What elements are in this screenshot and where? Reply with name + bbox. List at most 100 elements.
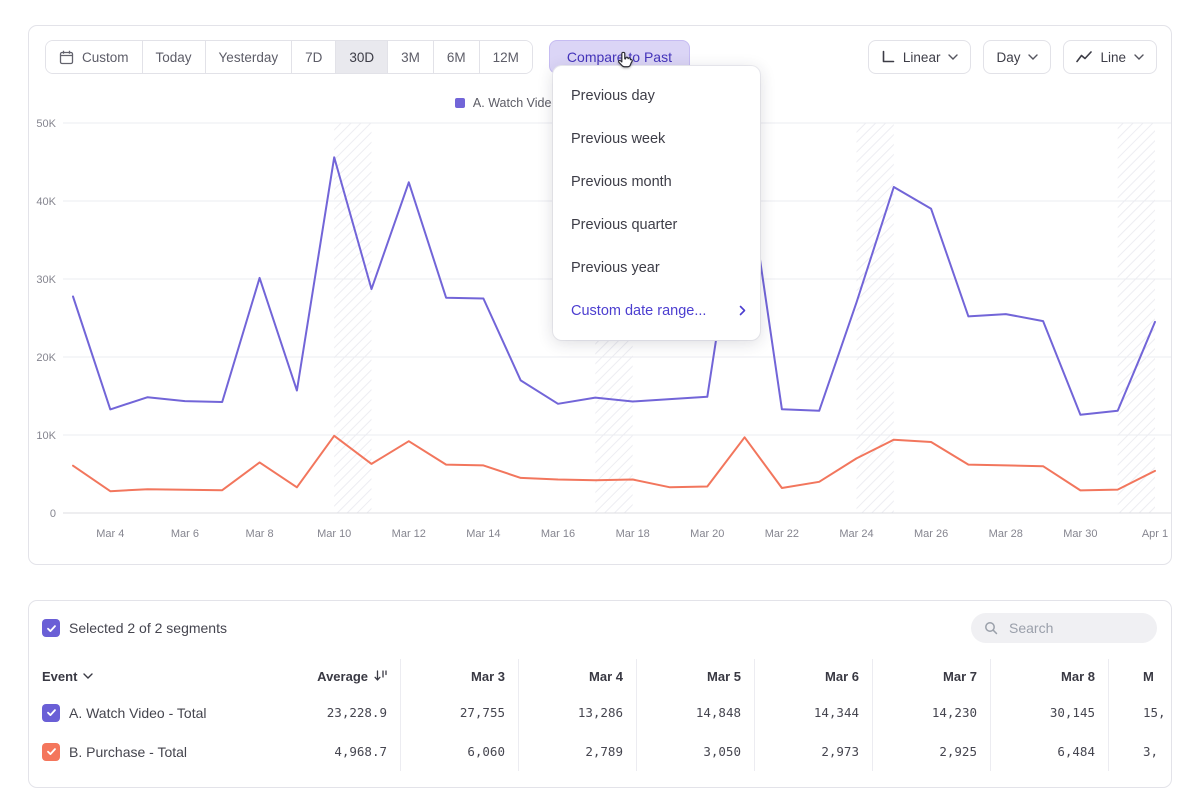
header-label: Mar 5 <box>707 669 741 684</box>
x-axis-label: Mar 16 <box>541 528 575 540</box>
table-row-a-watch-video-total[interactable]: A. Watch Video - Total23,228.927,75513,2… <box>29 693 1171 732</box>
menu-item-previous-year[interactable]: Previous year <box>553 246 760 289</box>
x-axis-label: Mar 20 <box>690 528 724 540</box>
chart-controls: Linear Day Line <box>868 40 1157 74</box>
interval-label: Day <box>996 50 1020 65</box>
interval-dropdown[interactable]: Day <box>983 40 1051 74</box>
value-cell: 6,484 <box>990 732 1108 771</box>
select-all-checkbox[interactable] <box>42 619 60 637</box>
value-cell: 2,973 <box>754 732 872 771</box>
line-chart-icon <box>1076 51 1092 63</box>
header-label: Mar 7 <box>943 669 977 684</box>
col-header-event[interactable]: Event <box>29 659 272 693</box>
preset-7d[interactable]: 7D <box>291 41 335 73</box>
table-row-b-purchase-total[interactable]: B. Purchase - Total 4,968.76,0602,7893,05… <box>29 732 1171 771</box>
col-header-average[interactable]: Average <box>272 659 400 693</box>
segments-table: Event Average Mar 3 Mar 4 Mar 5 Mar 6 Mar 7 Mar… <box>29 659 1171 771</box>
table-header-row: Event Average Mar 3 Mar 4 Mar 5 Mar 6 Mar 7 Mar… <box>29 659 1171 693</box>
value-cell: 14,848 <box>636 693 754 732</box>
y-axis-label: 50K <box>36 118 56 130</box>
segment-checkbox[interactable] <box>42 704 60 722</box>
x-axis-label: Apr 1 <box>1142 528 1168 540</box>
search-icon <box>983 620 999 636</box>
x-axis-label: Mar 24 <box>839 528 873 540</box>
value-cell: 4,968.7 <box>272 732 400 771</box>
preset-today[interactable]: Today <box>142 41 205 73</box>
search-input[interactable] <box>1007 619 1145 637</box>
x-axis-label: Mar 14 <box>466 528 500 540</box>
weekend-band <box>334 123 371 513</box>
value-cell: 13,286 <box>518 693 636 732</box>
col-header-mar-8: Mar 8 <box>990 659 1108 693</box>
scale-label: Linear <box>903 50 941 65</box>
menu-item-previous-quarter[interactable]: Previous quarter <box>553 203 760 246</box>
x-axis-label: Mar 18 <box>616 528 650 540</box>
value-cell: 30,145 <box>990 693 1108 732</box>
analytics-page: Custom TodayYesterday7D30D3M6M12M Compar… <box>0 0 1200 802</box>
col-header-mar-7: Mar 7 <box>872 659 990 693</box>
value-cell: 2,789 <box>518 732 636 771</box>
preset-yesterday[interactable]: Yesterday <box>205 41 292 73</box>
sort-descending-icon <box>374 670 387 682</box>
y-axis-label: 10K <box>36 430 56 442</box>
segments-card: Selected 2 of 2 segments Event Average Mar… <box>28 600 1172 788</box>
col-header-mar-6: Mar 6 <box>754 659 872 693</box>
value-cell: 3, <box>1108 732 1172 771</box>
chevron-down-icon <box>83 673 93 679</box>
x-axis-label: Mar 22 <box>765 528 799 540</box>
preset-12m[interactable]: 12M <box>479 41 532 73</box>
value-cell: 14,344 <box>754 693 872 732</box>
compare-menu: Previous dayPrevious weekPrevious monthP… <box>553 66 760 340</box>
value-cell: 6,060 <box>400 732 518 771</box>
preset-6m[interactable]: 6M <box>433 41 479 73</box>
x-axis-label: Mar 30 <box>1063 528 1097 540</box>
segment-label-cell: B. Purchase - Total <box>29 732 272 771</box>
table-body: A. Watch Video - Total23,228.927,75513,2… <box>29 693 1171 771</box>
x-axis-label: Mar 26 <box>914 528 948 540</box>
x-axis-label: Mar 28 <box>989 528 1023 540</box>
segment-label: B. Purchase - Total <box>69 744 187 760</box>
segment-checkbox[interactable] <box>42 743 60 761</box>
menu-item-previous-day[interactable]: Previous day <box>553 74 760 117</box>
custom-date-range-label: Custom date range... <box>571 303 706 319</box>
weekend-band <box>1118 123 1155 513</box>
header-label: Mar 4 <box>589 669 623 684</box>
menu-item-custom-date-range[interactable]: Custom date range... <box>553 289 760 332</box>
chart-type-label: Line <box>1100 50 1126 65</box>
preset-3m[interactable]: 3M <box>387 41 433 73</box>
col-header-m: M <box>1108 659 1172 693</box>
selected-count-label: Selected 2 of 2 segments <box>69 620 227 636</box>
value-cell: 23,228.9 <box>272 693 400 732</box>
custom-date-label: Custom <box>82 50 129 65</box>
value-cell: 3,050 <box>636 732 754 771</box>
preset-30d[interactable]: 30D <box>335 41 387 73</box>
chart-type-dropdown[interactable]: Line <box>1063 40 1157 74</box>
col-header-mar-5: Mar 5 <box>636 659 754 693</box>
value-cell: 2,925 <box>872 732 990 771</box>
y-axis-label: 20K <box>36 352 56 364</box>
date-preset-group: Custom TodayYesterday7D30D3M6M12M <box>45 40 533 74</box>
custom-date-button[interactable]: Custom <box>46 41 142 73</box>
header-label: Average <box>317 669 368 684</box>
header-label: Event <box>42 669 77 684</box>
x-axis-label: Mar 10 <box>317 528 351 540</box>
header-label: Mar 6 <box>825 669 859 684</box>
search-box[interactable] <box>971 613 1157 643</box>
x-axis-label: Mar 4 <box>96 528 124 540</box>
menu-item-previous-week[interactable]: Previous week <box>553 117 760 160</box>
scale-dropdown[interactable]: Linear <box>868 40 972 74</box>
compare-menu-items: Previous dayPrevious weekPrevious monthP… <box>553 74 760 289</box>
value-cell: 14,230 <box>872 693 990 732</box>
y-axis-label: 0 <box>50 508 56 520</box>
y-axis-label: 40K <box>36 196 56 208</box>
header-label: M <box>1143 669 1154 684</box>
chevron-down-icon <box>1028 54 1038 60</box>
y-axis-label: 30K <box>36 274 56 286</box>
chevron-down-icon <box>1134 54 1144 60</box>
value-cell: 27,755 <box>400 693 518 732</box>
menu-item-previous-month[interactable]: Previous month <box>553 160 760 203</box>
legend-swatch <box>455 98 465 108</box>
col-header-mar-3: Mar 3 <box>400 659 518 693</box>
x-axis-label: Mar 8 <box>246 528 274 540</box>
segment-label-cell: A. Watch Video - Total <box>29 693 272 732</box>
